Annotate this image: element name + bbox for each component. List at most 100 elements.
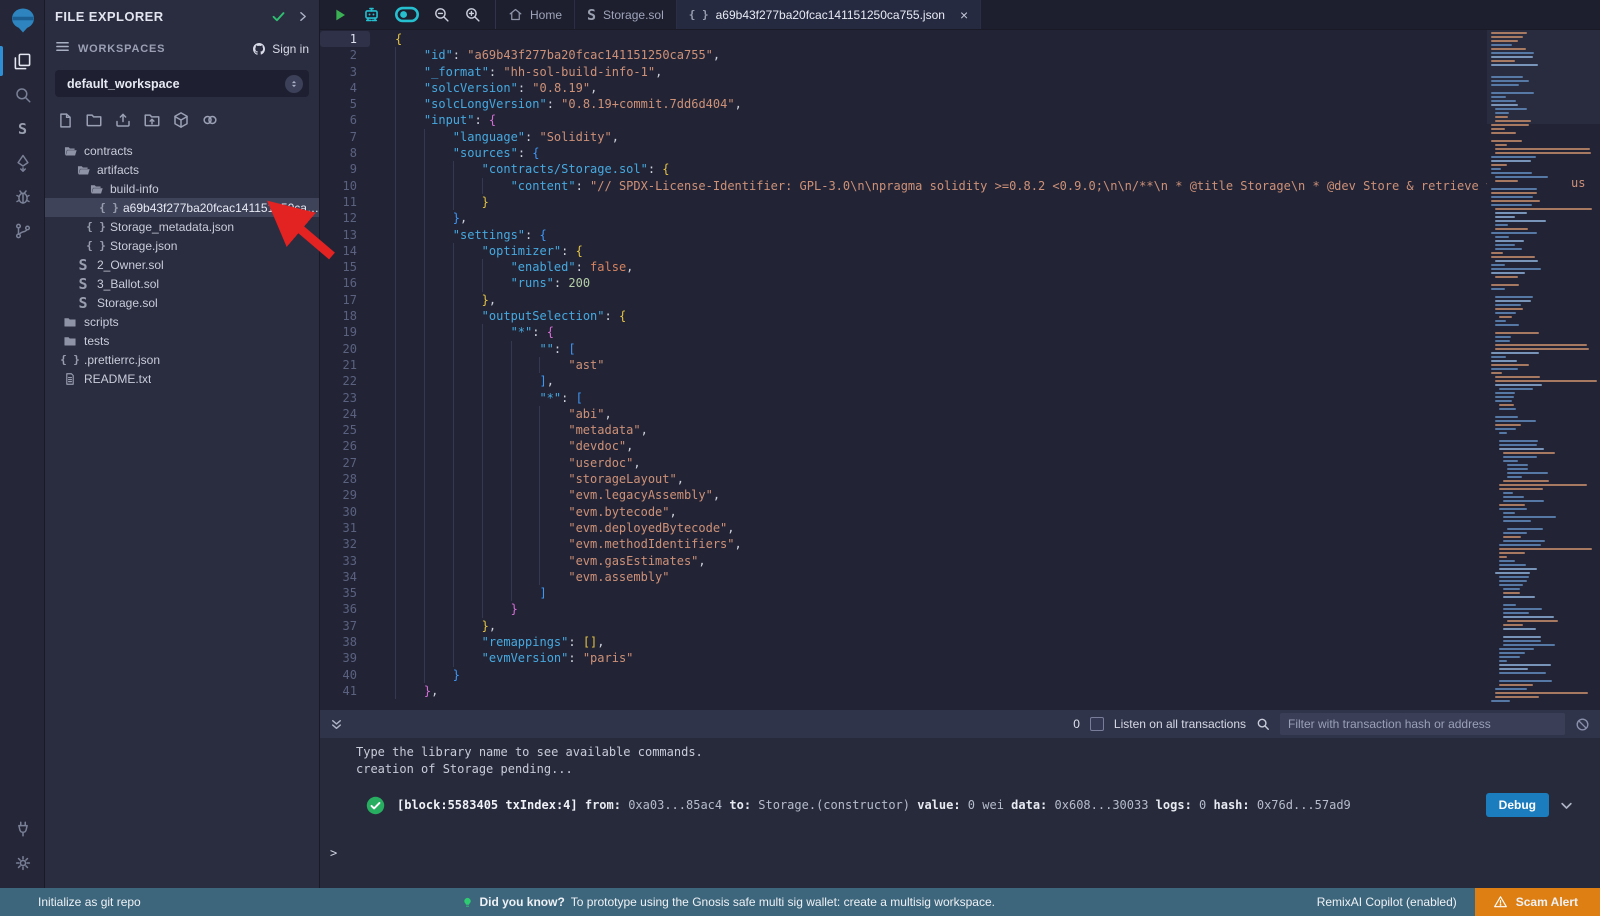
plugin-manager-button[interactable] <box>0 812 45 846</box>
tab-a69b43f277ba20fcac141151250ca755-json[interactable]: { }a69b43f277ba20fcac141151250ca755.json… <box>677 0 981 29</box>
code-line: 30"evm.bytecode", <box>320 504 1487 520</box>
workspace-select[interactable]: default_workspace <box>55 70 309 97</box>
remix-logo[interactable] <box>0 0 45 44</box>
sign-in-button[interactable]: Sign in <box>251 41 309 57</box>
terminal-collapse-icon[interactable] <box>330 718 343 731</box>
line-number: 32 <box>320 536 370 552</box>
tree-item-contracts[interactable]: contracts <box>45 141 319 160</box>
code-line: 4"solcVersion": "0.8.19", <box>320 80 1487 96</box>
line-number: 37 <box>320 618 370 634</box>
workspaces-row: WORKSPACES Sign in <box>45 36 319 62</box>
tab-storage-sol[interactable]: SStorage.sol <box>575 0 677 29</box>
code-editor[interactable]: 1{2"id": "a69b43f277ba20fcac141151250ca7… <box>320 30 1600 710</box>
debug-button[interactable]: Debug <box>1486 793 1549 817</box>
file-label: tests <box>84 334 109 348</box>
line-number: 4 <box>320 80 370 96</box>
clear-console-icon[interactable] <box>1575 717 1590 732</box>
line-number: 25 <box>320 422 370 438</box>
search-icon[interactable] <box>1256 717 1270 731</box>
line-number: 35 <box>320 585 370 601</box>
tree-item-a69b43f277ba20fcac141151250ca755-json[interactable]: { }a69b43f277ba20fcac141151250ca755.json <box>45 198 319 217</box>
deploy-run-button[interactable] <box>0 146 45 180</box>
did-you-know-tip: Did you know? To prototype using the Gno… <box>141 895 1317 909</box>
code-line: 1{ <box>320 31 1487 47</box>
hamburger-menu-icon[interactable] <box>55 39 70 59</box>
link-icon[interactable] <box>201 111 219 129</box>
transaction-log-row[interactable]: [block:5583405 txIndex:4] from: 0xa03...… <box>320 793 1600 817</box>
run-script-button[interactable] <box>332 7 348 23</box>
tree-item-scripts[interactable]: scripts <box>45 312 319 331</box>
upload-folder-icon[interactable] <box>143 111 161 129</box>
line-number: 10 <box>320 178 370 194</box>
copilot-toggle[interactable] <box>395 6 419 23</box>
search-button[interactable] <box>0 78 45 112</box>
file-label: 2_Owner.sol <box>97 258 164 272</box>
listen-checkbox[interactable] <box>1090 717 1104 731</box>
file-explorer-button[interactable] <box>0 44 45 78</box>
code-line: 7"language": "Solidity", <box>320 129 1487 145</box>
tree-item--prettierrc-json[interactable]: { }.prettierrc.json <box>45 350 319 369</box>
git-init-status[interactable]: Initialize as git repo <box>0 895 141 909</box>
code-line: 15"enabled": false, <box>320 259 1487 275</box>
terminal-prompt[interactable]: > <box>330 846 337 860</box>
line-number: 18 <box>320 308 370 324</box>
file-label: contracts <box>84 144 133 158</box>
line-number: 7 <box>320 129 370 145</box>
solidity-compiler-button[interactable]: S <box>0 112 45 146</box>
select-updown-icon <box>285 75 303 93</box>
status-right: RemixAI Copilot (enabled) Scam Alert <box>1317 888 1600 916</box>
ai-copilot-button[interactable] <box>362 5 381 24</box>
tree-item-storage-json[interactable]: { }Storage.json <box>45 236 319 255</box>
minimap[interactable]: us <box>1487 30 1600 710</box>
new-file-icon[interactable] <box>57 112 74 129</box>
line-number: 2 <box>320 47 370 63</box>
line-number: 28 <box>320 471 370 487</box>
code-line: 17}, <box>320 292 1487 308</box>
tree-item-3-ballot-sol[interactable]: S3_Ballot.sol <box>45 274 319 293</box>
tab-home[interactable]: Home <box>496 0 575 29</box>
transaction-summary: [block:5583405 txIndex:4] from: 0xa03...… <box>397 798 1486 812</box>
debugger-button[interactable] <box>0 180 45 214</box>
status-bar: Initialize as git repo Did you know? To … <box>0 888 1600 916</box>
tree-item-tests[interactable]: tests <box>45 331 319 350</box>
tree-item-2-owner-sol[interactable]: S2_Owner.sol <box>45 255 319 274</box>
box-icon[interactable] <box>172 111 190 129</box>
upload-file-icon[interactable] <box>114 111 132 129</box>
close-icon[interactable]: × <box>960 8 968 22</box>
terminal-line: Type the library name to see available c… <box>320 744 1600 761</box>
copilot-status[interactable]: RemixAI Copilot (enabled) <box>1317 895 1457 909</box>
git-button[interactable] <box>0 214 45 248</box>
home-icon <box>508 7 523 22</box>
expand-caret-icon[interactable] <box>1559 798 1574 813</box>
terminal[interactable]: Type the library name to see available c… <box>320 738 1600 888</box>
braces-icon: { } <box>88 220 104 233</box>
tree-item-storage-metadata-json[interactable]: { }Storage_metadata.json <box>45 217 319 236</box>
tree-item-readme-txt[interactable]: README.txt <box>45 369 319 388</box>
code-line: 36} <box>320 601 1487 617</box>
code-line: 3"_format": "hh-sol-build-info-1", <box>320 64 1487 80</box>
settings-button[interactable] <box>0 846 45 880</box>
editor-area: HomeSStorage.sol{ }a69b43f277ba20fcac141… <box>320 0 1600 888</box>
line-number: 38 <box>320 634 370 650</box>
tab-bar: HomeSStorage.sol{ }a69b43f277ba20fcac141… <box>320 0 1600 30</box>
zoom-out-button[interactable] <box>433 6 450 23</box>
code-line: 35] <box>320 585 1487 601</box>
code-line: 21"ast" <box>320 357 1487 373</box>
chevron-right-icon[interactable] <box>296 10 309 23</box>
line-number: 19 <box>320 324 370 340</box>
terminal-line: creation of Storage pending... <box>320 761 1600 778</box>
new-folder-icon[interactable] <box>85 111 103 129</box>
code-lines: 1{2"id": "a69b43f277ba20fcac141151250ca7… <box>320 31 1487 699</box>
line-number: 3 <box>320 64 370 80</box>
terminal-bar: 0 Listen on all transactions <box>320 710 1600 738</box>
code-line: 13"settings": { <box>320 227 1487 243</box>
zoom-in-button[interactable] <box>464 6 481 23</box>
line-number: 21 <box>320 357 370 373</box>
line-number: 24 <box>320 406 370 422</box>
tree-item-artifacts[interactable]: artifacts <box>45 160 319 179</box>
tree-item-storage-sol[interactable]: SStorage.sol <box>45 293 319 312</box>
tree-item-build-info[interactable]: build-info <box>45 179 319 198</box>
scam-alert-button[interactable]: Scam Alert <box>1475 888 1600 916</box>
transaction-filter-input[interactable] <box>1280 713 1565 735</box>
code-line: 22], <box>320 373 1487 389</box>
